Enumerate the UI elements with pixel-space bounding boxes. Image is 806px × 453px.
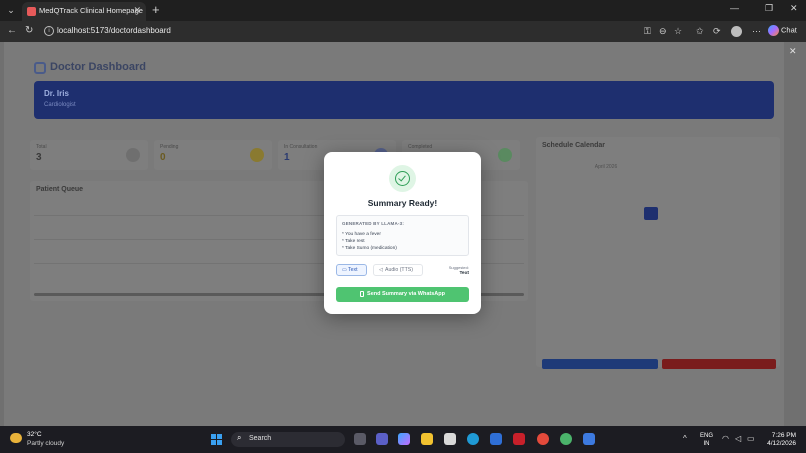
stat-label: Completed xyxy=(408,144,433,150)
mcafee-icon[interactable] xyxy=(513,433,525,445)
lang-top: ENG xyxy=(700,433,714,439)
profile-avatar[interactable] xyxy=(731,26,742,37)
teams-icon[interactable] xyxy=(376,433,388,445)
browser-tab[interactable]: MedQTrack Clinical Homepage ✕ xyxy=(22,2,146,21)
text-mode-label: Text xyxy=(348,267,358,273)
weather-description[interactable]: Partly cloudy xyxy=(27,440,64,447)
whatsapp-button-label: Send Summary via WhatsApp xyxy=(367,291,445,297)
search-label: Search xyxy=(249,435,272,442)
windows-taskbar: 32°C Partly cloudy ⌕ Search ^ ENG IN ◠ ◁ … xyxy=(0,426,806,453)
summary-line: * Take Sumo (medication) xyxy=(342,246,397,251)
modal-title: Summary Ready! xyxy=(367,198,438,208)
stat-card-pending: Pending 0 xyxy=(154,140,272,170)
copilot-app-icon[interactable] xyxy=(398,433,410,445)
address-bar: ← ↻ i localhost:5173/doctordashboard ⚿ ⊖… xyxy=(0,21,806,42)
weather-icon[interactable] xyxy=(10,433,22,443)
copilot-icon xyxy=(768,25,779,36)
schedule-calendar-panel: Schedule Calendar April 2026 xyxy=(536,137,780,369)
favicon-icon xyxy=(27,7,36,16)
site-info-icon[interactable]: i xyxy=(44,26,54,36)
generated-by-label: GENERATED BY LLAMA-3: xyxy=(342,221,405,226)
summary-line: * You have a fever xyxy=(342,232,381,237)
chat-label: Chat xyxy=(781,25,797,35)
text-mode-button[interactable]: ▭Text xyxy=(336,264,367,276)
stat-card-total: Total 3 xyxy=(30,140,148,170)
app-icon[interactable] xyxy=(583,433,595,445)
stat-label: Total xyxy=(36,144,47,150)
vscode-icon[interactable] xyxy=(490,433,502,445)
start-button-icon[interactable] xyxy=(211,434,222,445)
minimize-icon[interactable]: — xyxy=(730,3,739,13)
audio-mode-label: Audio (TTS) xyxy=(385,267,413,273)
task-view-icon[interactable] xyxy=(354,433,366,445)
store-icon[interactable] xyxy=(444,433,456,445)
phone-icon xyxy=(360,290,365,297)
doctor-banner: Dr. Iris Cardiologist xyxy=(34,81,774,119)
favorites-icon[interactable]: ✩ xyxy=(696,26,704,37)
file-explorer-icon[interactable] xyxy=(421,433,433,445)
audio-mode-button[interactable]: ◁ Audio (TTS) xyxy=(373,264,423,276)
show-hidden-icons-chevron-icon[interactable]: ^ xyxy=(683,434,687,443)
dashboard-close-icon[interactable]: ✕ xyxy=(789,46,797,57)
page-title: Doctor Dashboard xyxy=(50,61,146,73)
doctor-specialty: Cardiologist xyxy=(44,102,76,108)
calendar-month: April 2026 xyxy=(594,164,618,170)
summary-box: GENERATED BY LLAMA-3: * You have a fever… xyxy=(336,215,469,256)
suggested-value: Text xyxy=(459,271,469,276)
queue-title: Patient Queue xyxy=(36,186,84,193)
users-icon xyxy=(126,148,140,162)
calendar-title: Schedule Calendar xyxy=(542,142,606,149)
summary-modal: Summary Ready! GENERATED BY LLAMA-3: * Y… xyxy=(324,152,481,314)
weather-temperature[interactable]: 32°C xyxy=(27,431,42,438)
back-icon[interactable]: ← xyxy=(7,25,17,36)
search-icon: ⌕ xyxy=(237,433,242,442)
restore-icon[interactable]: ❐ xyxy=(765,3,773,14)
tab-actions-chevron-icon[interactable]: ⌄ xyxy=(4,3,18,17)
clock-time: 7:26 PM xyxy=(771,432,796,439)
calendar-selected-day[interactable] xyxy=(644,207,658,220)
send-whatsapp-button[interactable]: Send Summary via WhatsApp xyxy=(336,287,469,302)
calendar-delete-button[interactable] xyxy=(662,359,776,369)
close-window-icon[interactable]: ✕ xyxy=(790,3,798,14)
taskbar-search[interactable]: ⌕ Search xyxy=(231,432,345,447)
wifi-icon[interactable]: ◠ xyxy=(722,434,729,443)
calendar-action-button[interactable] xyxy=(542,359,658,369)
page-viewport: Doctor Dashboard Dr. Iris Cardiologist T… xyxy=(0,42,806,426)
lang-bottom: IN xyxy=(703,441,710,447)
check-circle-icon xyxy=(389,165,416,192)
stat-value: 1 xyxy=(284,152,290,163)
extensions-icon[interactable]: ⟳ xyxy=(713,26,721,37)
language-indicator[interactable]: ENG IN xyxy=(700,432,713,448)
favorite-star-icon[interactable]: ☆ xyxy=(674,26,682,37)
clock-date: 4/12/2026 xyxy=(767,440,796,447)
url-field[interactable]: localhost:5173/doctordashboard xyxy=(57,26,171,35)
summary-line: * Take rest xyxy=(342,239,365,244)
chrome-profile-icon[interactable] xyxy=(560,433,572,445)
volume-icon[interactable]: ◁ xyxy=(735,434,741,443)
key-icon[interactable]: ⚿ xyxy=(644,26,651,37)
copilot-chat-button[interactable]: Chat xyxy=(768,25,797,38)
stethoscope-icon xyxy=(34,62,46,74)
browser-tab-bar: ⌄ MedQTrack Clinical Homepage ✕ + — ❐ ✕ xyxy=(0,0,806,21)
suggested-label: Suggested: xyxy=(448,265,469,270)
new-tab-icon[interactable]: + xyxy=(152,2,160,17)
zoom-icon[interactable]: ⊖ xyxy=(659,26,667,37)
clock-icon xyxy=(250,148,264,162)
tab-title: MedQTrack Clinical Homepage xyxy=(39,6,143,15)
check-circle-icon xyxy=(498,148,512,162)
chrome-icon[interactable] xyxy=(537,433,549,445)
stat-value: 3 xyxy=(36,152,42,163)
stat-value: 0 xyxy=(160,152,166,163)
doctor-name: Dr. Iris xyxy=(44,89,69,98)
reload-icon[interactable]: ↻ xyxy=(25,25,33,36)
stat-label: Pending xyxy=(160,144,179,150)
battery-icon[interactable]: ▭ xyxy=(747,434,755,443)
message-icon: ▭ xyxy=(342,267,347,273)
system-clock[interactable]: 7:26 PM 4/12/2026 xyxy=(760,432,796,448)
stat-label: In Consultation xyxy=(284,144,318,150)
speaker-icon: ◁ xyxy=(379,267,383,273)
more-menu-icon[interactable]: ⋯ xyxy=(752,26,761,37)
close-tab-icon[interactable]: ✕ xyxy=(133,5,141,16)
edge-icon[interactable] xyxy=(467,433,479,445)
